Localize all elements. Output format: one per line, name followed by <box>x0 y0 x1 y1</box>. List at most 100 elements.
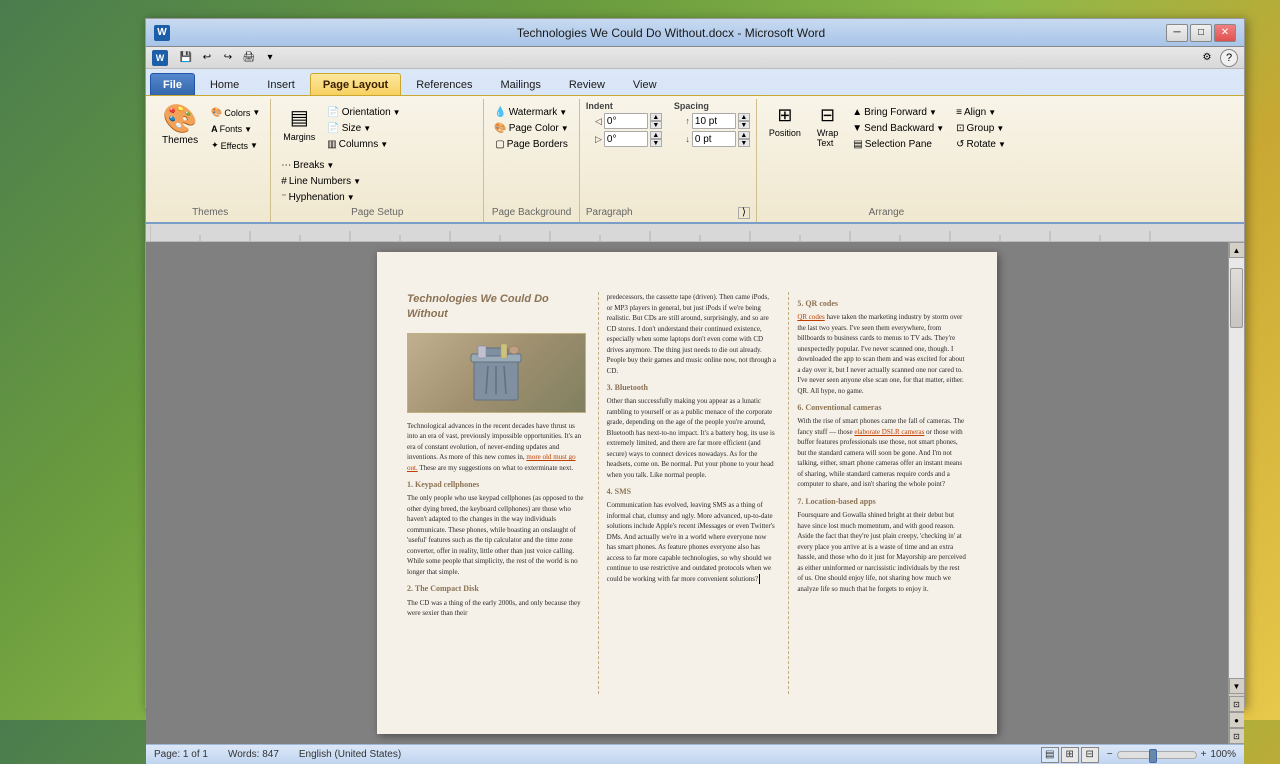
tab-file[interactable]: File <box>150 73 195 95</box>
window-controls: ─ □ ✕ <box>1166 24 1236 42</box>
send-backward-label: Send Backward <box>864 123 934 134</box>
bring-forward-button[interactable]: ▲ Bring Forward ▼ <box>848 105 948 120</box>
line-numbers-label: Line Numbers <box>289 176 351 187</box>
breaks-icon: ⋯ <box>281 160 291 171</box>
restore-button[interactable]: □ <box>1190 24 1212 42</box>
colors-button[interactable]: 🎨 Colors ▼ <box>207 105 264 120</box>
selection-pane-label: Selection Pane <box>865 139 932 150</box>
spacing-before-down[interactable]: ▼ <box>738 121 750 129</box>
minimize-button[interactable]: ─ <box>1166 24 1188 42</box>
tab-page-layout[interactable]: Page Layout <box>310 73 401 95</box>
tab-insert[interactable]: Insert <box>254 73 308 95</box>
page-color-button[interactable]: 🎨 Page Color ▼ <box>490 121 573 136</box>
tab-view[interactable]: View <box>620 73 670 95</box>
quick-access-more[interactable]: ▾ <box>261 49 279 67</box>
undo-btn[interactable]: ↩ <box>198 49 216 67</box>
group-button[interactable]: ⊡ Group ▼ <box>952 121 1010 136</box>
page-borders-icon: ▢ <box>495 139 504 150</box>
selection-pane-button[interactable]: ▤ Selection Pane <box>848 137 948 152</box>
web-layout-button[interactable]: ⊟ <box>1081 747 1099 763</box>
margins-button[interactable]: ▤ Margins <box>277 101 321 146</box>
help-button[interactable]: ? <box>1220 49 1238 67</box>
section-6-body: With the rise of smart phones came the f… <box>797 416 967 490</box>
page-setup-group-label: Page Setup <box>277 207 477 220</box>
rotate-button[interactable]: ↺ Rotate ▼ <box>952 137 1010 152</box>
full-screen-button[interactable]: ⊞ <box>1061 747 1079 763</box>
indent-right-down[interactable]: ▼ <box>650 139 662 147</box>
spacing-after-up[interactable]: ▲ <box>738 131 750 139</box>
effects-button[interactable]: ✦ Effects ▼ <box>207 138 264 153</box>
document-page[interactable]: Technologies We Could Do Without <box>377 252 997 734</box>
zoom-slider-thumb[interactable] <box>1149 749 1157 763</box>
indent-right-up[interactable]: ▲ <box>650 131 662 139</box>
line-numbers-arrow: ▼ <box>353 177 361 186</box>
zoom-slider[interactable] <box>1117 751 1197 759</box>
print-btn[interactable]: 🖨 <box>240 49 258 67</box>
section-2-title: 2. The Compact Disk <box>407 583 586 594</box>
redo-btn[interactable]: ↪ <box>219 49 237 67</box>
align-button[interactable]: ≡ Align ▼ <box>952 105 1010 120</box>
vertical-scrollbar[interactable]: ▲ ▼ ⊡ ● ⊡ <box>1228 242 1244 744</box>
section-6-title: 6. Conventional cameras <box>797 402 967 413</box>
size-button[interactable]: 📄 Size ▼ <box>323 121 404 136</box>
position-button[interactable]: ⊞ Position <box>763 101 807 142</box>
line-numbers-button[interactable]: # Line Numbers ▼ <box>277 174 365 189</box>
section-7-body: Foursquare and Gowalla shined bright at … <box>797 510 967 594</box>
indent-right-input[interactable] <box>604 131 648 147</box>
save-quick-btn[interactable]: 💾 <box>177 49 195 67</box>
tab-references[interactable]: References <box>403 73 485 95</box>
zoom-out-button[interactable]: − <box>1107 749 1113 760</box>
scroll-up-button[interactable]: ▲ <box>1229 242 1245 258</box>
fonts-button[interactable]: A Fonts ▼ <box>207 122 264 136</box>
section-1-title: 1. Keypad cellphones <box>407 479 586 490</box>
document-area: Technologies We Could Do Without <box>146 242 1244 744</box>
spacing-before-up[interactable]: ▲ <box>738 113 750 121</box>
column-3: 5. QR codes QR codes have taken the mark… <box>788 292 967 694</box>
options-icon[interactable]: ⚙ <box>1198 49 1216 67</box>
columns-label: Columns <box>339 139 378 150</box>
send-backward-icon: ▼ <box>852 123 862 134</box>
next-page-button[interactable]: ⊡ <box>1229 728 1245 744</box>
hyphenation-button[interactable]: ⁻ Hyphenation ▼ <box>277 190 365 205</box>
spacing-after-input[interactable] <box>692 131 736 147</box>
select-browse-button[interactable]: ● <box>1229 712 1245 728</box>
breaks-button[interactable]: ⋯ Breaks ▼ <box>277 158 365 173</box>
language: English (United States) <box>299 749 401 760</box>
tab-review[interactable]: Review <box>556 73 618 95</box>
align-icon: ≡ <box>956 107 962 118</box>
indent-left-input[interactable] <box>604 113 648 129</box>
intro-text: Technological advances in the recent dec… <box>407 421 586 474</box>
size-icon: 📄 <box>327 123 339 134</box>
spacing-before-input[interactable] <box>692 113 736 129</box>
wrap-text-button[interactable]: ⊟ WrapText <box>811 101 844 152</box>
send-backward-button[interactable]: ▼ Send Backward ▼ <box>848 121 948 136</box>
rotate-arrow: ▼ <box>998 140 1006 149</box>
group-arrow: ▼ <box>996 124 1004 133</box>
close-button[interactable]: ✕ <box>1214 24 1236 42</box>
orientation-label: Orientation <box>342 107 391 118</box>
indent-left-down[interactable]: ▼ <box>650 121 662 129</box>
scroll-thumb[interactable] <box>1230 268 1243 328</box>
paragraph-dialog-launcher[interactable]: ⟩ <box>738 207 750 219</box>
orientation-button[interactable]: 📄 Orientation ▼ <box>323 105 404 120</box>
word-app-icon: W <box>152 50 168 66</box>
themes-button[interactable]: 🎨 Themes <box>156 101 204 150</box>
indent-left-up[interactable]: ▲ <box>650 113 662 121</box>
tab-home[interactable]: Home <box>197 73 252 95</box>
watermark-arrow: ▼ <box>559 108 567 117</box>
page-info: Page: 1 of 1 <box>154 749 208 760</box>
effects-label: Effects <box>221 141 248 151</box>
window-title: Technologies We Could Do Without.docx - … <box>176 26 1166 40</box>
effects-icon: ✦ <box>211 140 219 151</box>
print-layout-button[interactable]: ▤ <box>1041 747 1059 763</box>
columns-button[interactable]: ▥ Columns ▼ <box>323 137 404 152</box>
zoom-in-button[interactable]: + <box>1201 749 1207 760</box>
spacing-after-down[interactable]: ▼ <box>738 139 750 147</box>
prev-page-button[interactable]: ⊡ <box>1229 696 1245 712</box>
page-borders-button[interactable]: ▢ Page Borders <box>490 137 573 152</box>
scroll-down-button[interactable]: ▼ <box>1229 678 1245 694</box>
page-borders-label: Page Borders <box>507 139 568 150</box>
watermark-button[interactable]: 💧 Watermark ▼ <box>490 105 573 120</box>
section-5-title: 5. QR codes <box>797 298 967 309</box>
tab-mailings[interactable]: Mailings <box>487 73 553 95</box>
